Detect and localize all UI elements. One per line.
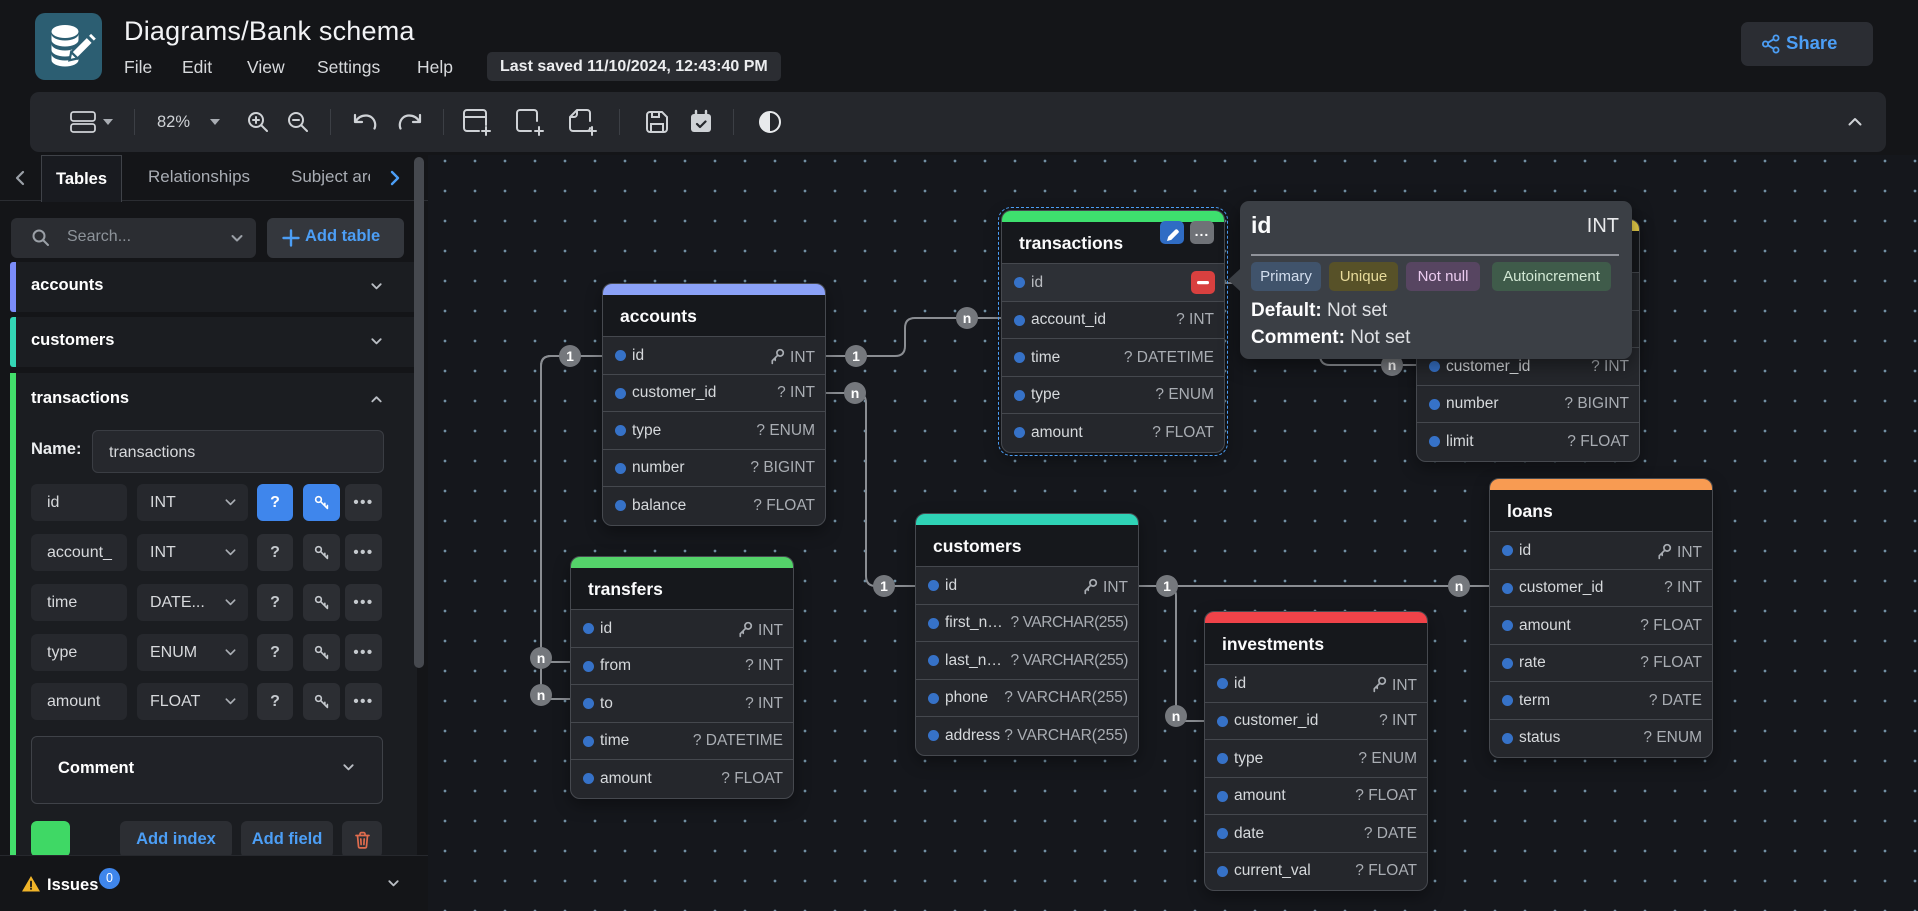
svg-text:n: n xyxy=(1388,357,1397,373)
svg-text:n: n xyxy=(537,687,546,703)
svg-text:n: n xyxy=(537,650,546,666)
svg-text:1: 1 xyxy=(852,348,860,364)
svg-text:n: n xyxy=(963,310,972,326)
svg-text:1: 1 xyxy=(1163,578,1171,594)
svg-text:1: 1 xyxy=(566,348,574,364)
svg-text:n: n xyxy=(1455,578,1464,594)
svg-text:1: 1 xyxy=(880,578,888,594)
svg-text:n: n xyxy=(851,385,860,401)
svg-text:n: n xyxy=(1172,708,1181,724)
